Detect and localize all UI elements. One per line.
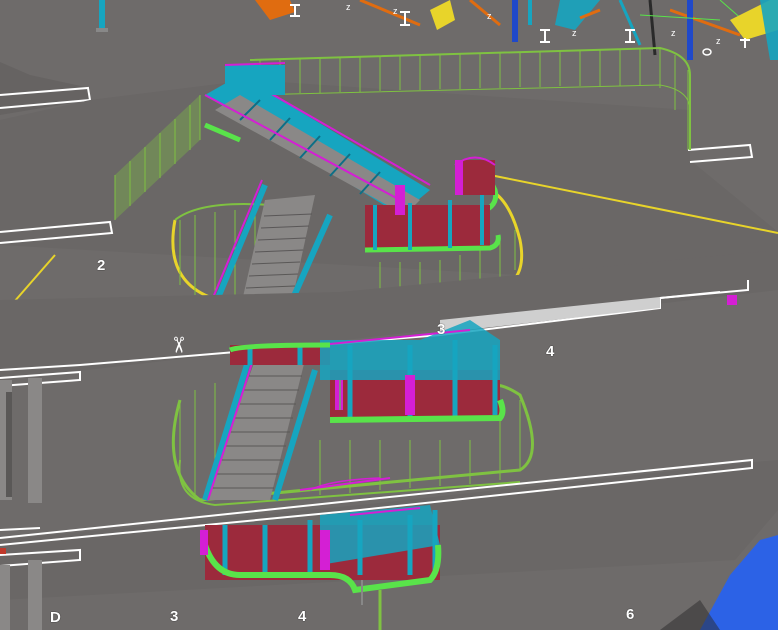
svg-text:z: z <box>716 36 721 46</box>
grid-label-3-mid: 3 <box>437 321 446 338</box>
svg-text:z: z <box>487 11 492 21</box>
grid-label-3-bottom: 3 <box>170 608 179 625</box>
svg-text:z: z <box>671 28 676 38</box>
3d-model-scene[interactable]: z z z z z z <box>0 0 778 630</box>
scissors-icon[interactable]: ✂ <box>162 333 190 357</box>
grid-label-D: D <box>50 609 61 626</box>
svg-text:z: z <box>346 2 351 12</box>
grid-label-6-bottom: 6 <box>626 606 635 623</box>
model-viewport[interactable]: z z z z z z 2 3 4 D 3 4 6 ✂ <box>0 0 778 630</box>
svg-text:z: z <box>572 28 577 38</box>
grid-label-4-bottom: 4 <box>298 608 307 625</box>
svg-text:z: z <box>393 6 398 16</box>
grid-label-4-mid: 4 <box>546 343 555 360</box>
grid-label-2: 2 <box>97 257 106 274</box>
